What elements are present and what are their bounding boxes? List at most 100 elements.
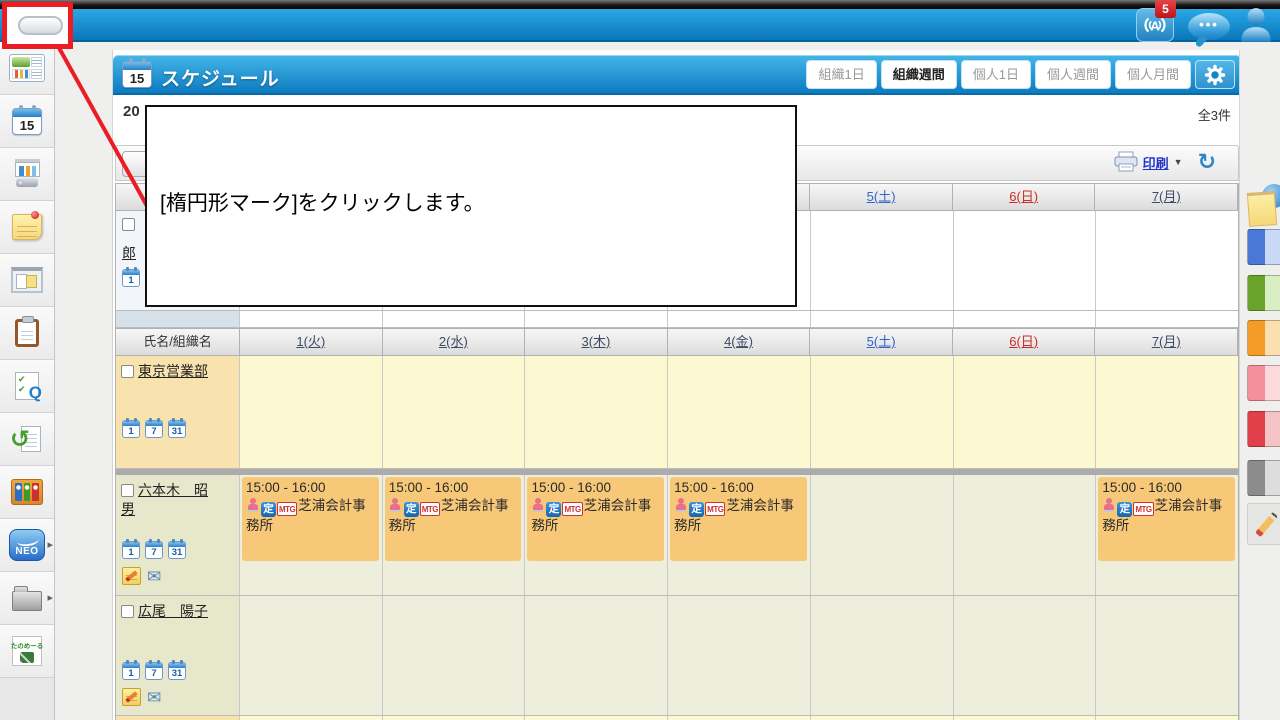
day-view-icon[interactable]: 1 [122, 420, 140, 438]
month-view-icon[interactable]: 31 [168, 662, 186, 680]
view-button-personal-day[interactable]: 個人1日 [961, 60, 1031, 89]
day-header[interactable]: 1(火) [240, 329, 383, 355]
sidebar-item-memo[interactable] [0, 201, 54, 254]
day-header[interactable]: 4(金) [668, 329, 811, 355]
member-name-link[interactable]: 郎 [122, 245, 136, 261]
sidebar-item-report[interactable] [0, 307, 54, 360]
sidebar-item-circulation[interactable] [0, 413, 54, 466]
day-header-saturday[interactable]: 5(土) [810, 329, 953, 355]
schedule-cell[interactable] [811, 475, 954, 595]
schedule-cell[interactable] [954, 475, 1097, 595]
category-tab-red[interactable] [1247, 411, 1280, 447]
view-button-org-week[interactable]: 組織週間 [881, 60, 957, 89]
sidebar-item-cabinet[interactable] [0, 466, 54, 519]
view-button-personal-month[interactable]: 個人月間 [1115, 60, 1191, 89]
schedule-cell[interactable] [1096, 596, 1238, 715]
sidebar-item-folder[interactable] [0, 572, 54, 625]
schedule-cell[interactable]: 15:00 - 16:00 定MTG芝浦会計事務所 [668, 475, 811, 595]
schedule-cell[interactable] [383, 596, 526, 715]
edit-memo-icon[interactable] [122, 688, 141, 706]
sidebar-item-facility[interactable] [0, 148, 54, 201]
schedule-cell[interactable] [525, 356, 668, 468]
day-header-monday[interactable]: 7(月) [1095, 184, 1238, 210]
day-header-sunday[interactable]: 6(日) [953, 329, 1096, 355]
schedule-cell[interactable] [668, 356, 811, 468]
row-checkbox[interactable] [121, 484, 134, 497]
mtg-badge: MTG [705, 502, 725, 516]
view-button-org-day[interactable]: 組織1日 [806, 60, 876, 89]
schedule-cell[interactable] [811, 596, 954, 715]
folder-icon [12, 591, 42, 611]
day-header-monday[interactable]: 7(月) [1095, 329, 1238, 355]
memo-tool-icon[interactable] [1248, 184, 1280, 228]
sidebar-item-bulletin[interactable] [0, 254, 54, 307]
category-tab-gray[interactable] [1247, 460, 1280, 496]
schedule-cell[interactable] [668, 596, 811, 715]
sidebar-item-schedule[interactable]: 15 [0, 95, 54, 148]
row-checkbox[interactable] [121, 365, 134, 378]
settings-button[interactable] [1195, 60, 1235, 89]
week-range-label: 20 [123, 103, 140, 120]
sidebar-item-tanomeru[interactable]: たのめーる [0, 625, 54, 678]
print-link[interactable]: 印刷 [1143, 153, 1169, 172]
schedule-cell[interactable] [240, 596, 383, 715]
schedule-cell[interactable]: 15:00 - 16:00 定MTG芝浦会計事務所 [383, 475, 526, 595]
schedule-cell[interactable] [954, 596, 1097, 715]
sidebar-item-neo[interactable]: NEO [0, 519, 54, 572]
member-name-link[interactable]: 広尾 陽子 [138, 603, 208, 619]
appointment[interactable]: 15:00 - 16:00 定MTG芝浦会計事務所 [385, 477, 522, 561]
appointment[interactable]: 15:00 - 16:00 定MTG芝浦会計事務所 [527, 477, 664, 561]
print-dropdown-icon[interactable] [1174, 157, 1183, 167]
highlight-box [2, 2, 73, 49]
week-view-icon[interactable]: 7 [145, 541, 163, 559]
appointment[interactable]: 15:00 - 16:00 定MTG芝浦会計事務所 [242, 477, 379, 561]
schedule-cell[interactable] [1096, 356, 1238, 468]
member-name-link[interactable]: 六本木 昭男 [121, 482, 208, 517]
schedule-cell[interactable] [525, 596, 668, 715]
sidebar-item-portal[interactable] [0, 42, 54, 95]
day-view-icon[interactable]: 1 [122, 269, 140, 287]
day-view-icon[interactable]: 1 [122, 541, 140, 559]
category-tab-pink[interactable] [1247, 365, 1280, 401]
week-view-icon[interactable]: 7 [145, 662, 163, 680]
appointment[interactable]: 15:00 - 16:00 定MTG芝浦会計事務所 [670, 477, 807, 561]
category-tab-orange[interactable] [1247, 320, 1280, 356]
day-view-icon[interactable]: 1 [122, 662, 140, 680]
day-header[interactable]: 2(水) [383, 329, 526, 355]
mail-icon[interactable] [147, 689, 161, 706]
category-tab-green[interactable] [1247, 275, 1280, 311]
chat-icon[interactable] [1188, 13, 1230, 40]
schedule-cell[interactable] [1096, 211, 1238, 310]
category-tab-blue[interactable] [1247, 229, 1280, 265]
schedule-cell[interactable] [383, 356, 526, 468]
module-header-bar: 15 スケジュール 組織1日 組織週間 個人1日 個人週間 個人月間 [113, 55, 1240, 95]
row-checkbox[interactable] [122, 218, 135, 231]
month-view-icon[interactable]: 31 [168, 541, 186, 559]
row-checkbox[interactable] [121, 605, 134, 618]
organization-name-link[interactable]: 東京営業部 [138, 363, 208, 379]
week-view-icon[interactable]: 7 [145, 420, 163, 438]
schedule-cell[interactable]: 15:00 - 16:00 定MTG芝浦会計事務所 [1096, 475, 1238, 595]
schedule-cell[interactable] [954, 211, 1097, 310]
month-view-icon[interactable]: 31 [168, 420, 186, 438]
schedule-cell[interactable]: 15:00 - 16:00 定MTG芝浦会計事務所 [525, 475, 668, 595]
day-header-saturday[interactable]: 5(土) [810, 184, 953, 210]
schedule-cell[interactable] [240, 356, 383, 468]
expand-arrow-icon[interactable] [47, 538, 53, 551]
appointment[interactable]: 15:00 - 16:00 定MTG芝浦会計事務所 [1098, 477, 1235, 561]
day-header[interactable]: 3(木) [525, 329, 668, 355]
view-button-personal-week[interactable]: 個人週間 [1035, 60, 1111, 89]
schedule-cell[interactable] [811, 211, 954, 310]
sidebar-item-todo[interactable] [0, 360, 54, 413]
mail-icon[interactable] [147, 568, 161, 585]
pencil-icon[interactable] [1247, 503, 1280, 545]
day-header-sunday[interactable]: 6(日) [953, 184, 1096, 210]
refresh-icon[interactable] [1198, 151, 1216, 173]
edit-memo-icon[interactable] [122, 567, 141, 585]
profile-icon[interactable] [1238, 6, 1274, 49]
ellipse-mark-button[interactable] [18, 16, 63, 35]
schedule-cell[interactable] [811, 356, 954, 468]
expand-arrow-icon[interactable] [47, 591, 53, 604]
schedule-cell[interactable]: 15:00 - 16:00 定MTG芝浦会計事務所 [240, 475, 383, 595]
schedule-cell[interactable] [954, 356, 1097, 468]
